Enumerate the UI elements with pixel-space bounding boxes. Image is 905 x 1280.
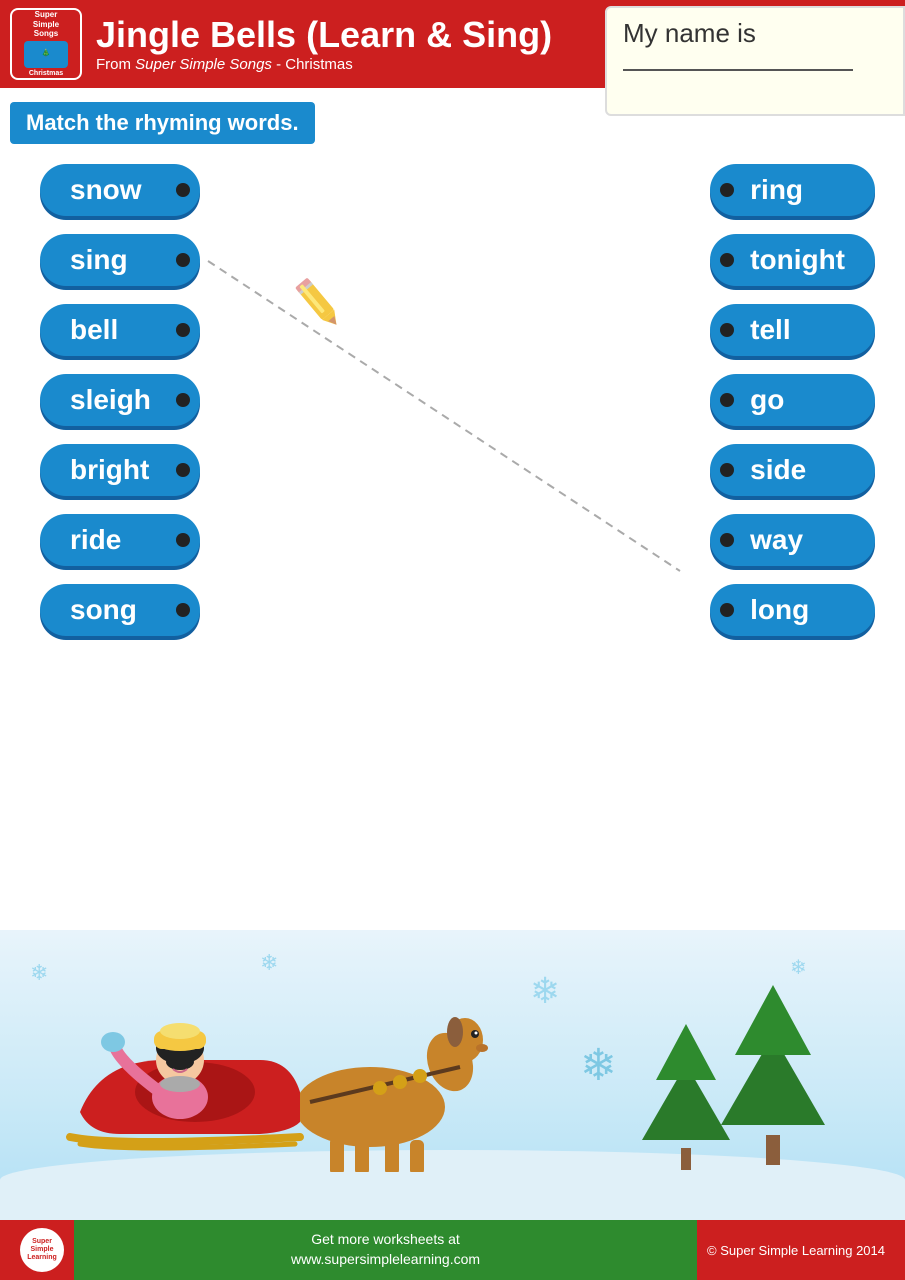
word-long: long bbox=[710, 584, 875, 636]
footer-green-band: Get more worksheets at www.supersimplele… bbox=[74, 1220, 697, 1280]
logo-christmas: Christmas bbox=[29, 70, 63, 78]
word-song: song bbox=[40, 584, 200, 636]
logo: SuperSimpleSongs 🎄 Christmas bbox=[10, 8, 82, 80]
dot-long bbox=[720, 603, 734, 617]
dot-tell bbox=[720, 323, 734, 337]
word-ride: ride bbox=[40, 514, 200, 566]
word-sleigh: sleigh bbox=[40, 374, 200, 426]
name-label: My name is bbox=[623, 18, 887, 49]
name-line bbox=[623, 69, 853, 71]
footer-copyright: © Super Simple Learning 2014 bbox=[707, 1243, 885, 1258]
word-tell: tell bbox=[710, 304, 875, 356]
footer-logo: SuperSimpleLearning bbox=[20, 1228, 64, 1272]
dot-sing bbox=[176, 253, 190, 267]
dot-ring bbox=[720, 183, 734, 197]
sleigh-illustration bbox=[20, 952, 540, 1172]
pencil-icon bbox=[278, 260, 363, 345]
logo-image: 🎄 bbox=[24, 41, 68, 68]
instruction-bar: Match the rhyming words. bbox=[10, 102, 315, 144]
footer-website: Get more worksheets at www.supersimplele… bbox=[291, 1230, 480, 1269]
dot-snow bbox=[176, 183, 190, 197]
word-snow: snow bbox=[40, 164, 200, 216]
main-content: snow sing bell sleigh bright ride song bbox=[0, 144, 905, 904]
dot-go bbox=[720, 393, 734, 407]
word-bright: bright bbox=[40, 444, 200, 496]
footer: SuperSimpleLearning Get more worksheets … bbox=[0, 1220, 905, 1280]
subtitle-post: - Christmas bbox=[272, 56, 353, 73]
logo-inner: SuperSimpleSongs 🎄 Christmas bbox=[12, 10, 80, 78]
dot-side bbox=[720, 463, 734, 477]
subtitle-brand: Super Simple Songs bbox=[135, 56, 272, 73]
dot-tonight bbox=[720, 253, 734, 267]
dot-song bbox=[176, 603, 190, 617]
word-bell: bell bbox=[40, 304, 200, 356]
word-sing: sing bbox=[40, 234, 200, 286]
dot-bell bbox=[176, 323, 190, 337]
dot-bright bbox=[176, 463, 190, 477]
tree-left bbox=[642, 1016, 730, 1170]
subtitle-pre: From bbox=[96, 56, 135, 73]
dot-ride bbox=[176, 533, 190, 547]
name-box: My name is bbox=[605, 6, 905, 116]
tree-right bbox=[721, 975, 825, 1165]
dot-way bbox=[720, 533, 734, 547]
logo-text: SuperSimpleSongs bbox=[33, 10, 59, 39]
right-word-column: ring tonight tell go side way long bbox=[710, 164, 875, 636]
word-ring: ring bbox=[710, 164, 875, 216]
snowflake-3: ❄ bbox=[580, 1040, 617, 1091]
bottom-scene: ❄ ❄ ❄ ❄ ❄ bbox=[0, 930, 905, 1220]
footer-logo-image: SuperSimpleLearning bbox=[20, 1228, 64, 1272]
dot-sleigh bbox=[176, 393, 190, 407]
left-word-column: snow sing bell sleigh bright ride song bbox=[40, 164, 200, 636]
word-go: go bbox=[710, 374, 875, 426]
word-side: side bbox=[710, 444, 875, 496]
word-tonight: tonight bbox=[710, 234, 875, 286]
word-way: way bbox=[710, 514, 875, 566]
